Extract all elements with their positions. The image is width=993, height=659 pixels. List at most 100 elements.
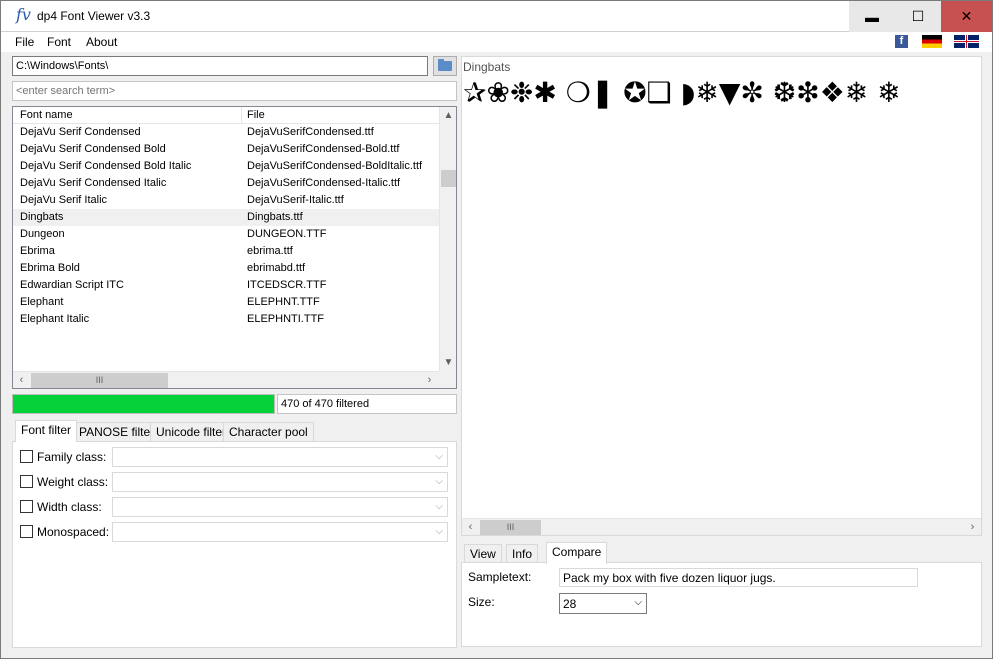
scroll-left-icon[interactable]: ‹ — [13, 372, 30, 388]
family-class-checkbox[interactable] — [20, 450, 33, 463]
folder-icon — [438, 59, 452, 71]
preview-panel: Dingbats ✰❀❉✱ ❍❚ ✪❑ ◗❄▼✼ ❆❇❖❄ ❄ ‹ III › — [461, 56, 982, 536]
preview-tabs: View Info Compare Sampletext: Pack my bo… — [461, 542, 982, 647]
width-class-select[interactable]: ⌵ — [112, 497, 448, 517]
font-name-cell: DejaVu Serif Italic — [20, 194, 108, 206]
scroll-right-icon[interactable]: › — [964, 519, 981, 535]
facebook-icon[interactable]: f — [895, 35, 908, 48]
search-input[interactable] — [12, 81, 457, 101]
table-row[interactable]: Ebrima ebrima.ttf — [13, 243, 440, 260]
progress-fill — [13, 395, 274, 413]
filter-tabs: Font filter PANOSE filter Unicode filter… — [12, 420, 457, 648]
tab-view[interactable]: View — [464, 544, 502, 563]
table-row[interactable]: Elephant ELEPHNT.TTF — [13, 294, 440, 311]
family-class-label: Family class: — [37, 450, 107, 464]
weight-class-checkbox[interactable] — [20, 475, 33, 488]
font-filter-page: Family class: ⌵ Weight class: ⌵ Width cl… — [12, 441, 457, 648]
font-name-cell: Elephant — [20, 296, 64, 308]
width-class-checkbox[interactable] — [20, 500, 33, 513]
font-name-cell: Edwardian Script ITC — [20, 279, 124, 291]
list-vertical-scrollbar[interactable]: ▲ ▼ — [439, 107, 456, 371]
monospaced-select[interactable]: ⌵ — [112, 522, 448, 542]
table-row[interactable]: DejaVu Serif Condensed Bold DejaVuSerifCo… — [13, 141, 440, 158]
tab-unicode-filter[interactable]: Unicode filter — [150, 422, 233, 441]
english-flag-icon[interactable] — [954, 35, 979, 48]
table-row[interactable]: Dingbats Dingbats.ttf — [13, 209, 440, 226]
filter-progress-bar — [12, 394, 275, 414]
monospaced-checkbox[interactable] — [20, 525, 33, 538]
preview-sample-glyphs: ✰❀❉✱ ❍❚ ✪❑ ◗❄▼✼ ❆❇❖❄ ❄ — [463, 76, 901, 109]
file-cell: ELEPHNTI.TTF — [247, 313, 325, 325]
filter-count-field: 470 of 470 filtered — [277, 394, 457, 414]
font-list: Font name File DejaVu Serif Condensed Dej… — [12, 106, 457, 389]
column-divider[interactable] — [241, 107, 242, 124]
table-row[interactable]: DejaVu Serif Italic DejaVuSerif-Italic.tt… — [13, 192, 440, 209]
size-select[interactable]: 28 ⌵ — [559, 593, 647, 614]
tab-panose-filter[interactable]: PANOSE filter — [73, 422, 161, 441]
menu-bar: File Font About f — [1, 32, 992, 52]
vertical-scroll-thumb[interactable] — [441, 170, 456, 187]
file-cell: DejaVuSerif-Italic.ttf — [247, 194, 344, 206]
preview-scroll-thumb[interactable]: III — [480, 520, 541, 535]
maximize-button[interactable]: ☐ — [895, 1, 941, 32]
close-button[interactable]: ✕ — [941, 1, 992, 32]
menu-font[interactable]: Font — [47, 35, 71, 49]
table-row[interactable]: Elephant Italic ELEPHNTI.TTF — [13, 311, 440, 328]
column-header-font-name[interactable]: Font name — [20, 109, 73, 121]
scroll-right-icon[interactable]: › — [421, 372, 438, 388]
menu-about[interactable]: About — [86, 35, 117, 49]
german-flag-icon[interactable] — [922, 35, 942, 48]
file-cell: DUNGEON.TTF — [247, 228, 327, 240]
monospaced-label: Monospaced: — [37, 525, 110, 539]
table-row[interactable]: Edwardian Script ITC ITCEDSCR.TTF — [13, 277, 440, 294]
table-row[interactable]: DejaVu Serif Condensed Bold Italic DejaVu… — [13, 158, 440, 175]
minimize-icon: ▬ — [865, 8, 879, 25]
width-class-label: Width class: — [37, 500, 102, 514]
horizontal-scroll-thumb[interactable]: III — [31, 373, 168, 388]
size-value: 28 — [563, 597, 577, 611]
preview-horizontal-scrollbar[interactable]: ‹ III › — [462, 518, 981, 535]
table-row[interactable]: DejaVu Serif Condensed Italic DejaVuSerif… — [13, 175, 440, 192]
file-cell: ebrimabd.ttf — [247, 262, 306, 274]
minimize-button[interactable]: ▬ — [849, 1, 895, 32]
file-cell: DejaVuSerifCondensed-BoldItalic.ttf — [247, 160, 423, 172]
scroll-up-icon[interactable]: ▲ — [440, 107, 456, 124]
close-icon: ✕ — [960, 8, 973, 24]
file-cell: DejaVuSerifCondensed-Bold.ttf — [247, 143, 400, 155]
font-name-cell: DejaVu Serif Condensed Bold — [20, 143, 166, 155]
chevron-down-icon: ⌵ — [435, 501, 443, 512]
maximize-icon: ☐ — [911, 8, 925, 24]
path-input[interactable] — [12, 56, 428, 76]
table-row[interactable]: Dungeon DUNGEON.TTF — [13, 226, 440, 243]
window-title: dp4 Font Viewer v3.3 — [37, 9, 151, 23]
font-name-cell: DejaVu Serif Condensed — [20, 126, 141, 138]
column-header-file[interactable]: File — [247, 109, 265, 121]
table-row[interactable]: DejaVu Serif Condensed DejaVuSerifCondens… — [13, 124, 440, 141]
scroll-left-icon[interactable]: ‹ — [462, 519, 479, 535]
font-name-cell: Dingbats — [20, 211, 64, 223]
app-window: fv dp4 Font Viewer v3.3 ▬ ☐ ✕ File Font … — [0, 0, 993, 659]
font-name-cell: DejaVu Serif Condensed Italic — [20, 177, 167, 189]
weight-class-label: Weight class: — [37, 475, 109, 489]
scroll-down-icon[interactable]: ▼ — [440, 354, 456, 371]
list-horizontal-scrollbar[interactable]: ‹ III › — [13, 371, 440, 388]
tab-font-filter[interactable]: Font filter — [15, 420, 78, 442]
browse-folder-button[interactable] — [433, 56, 457, 76]
file-cell: ITCEDSCR.TTF — [247, 279, 327, 291]
chevron-down-icon: ⌵ — [435, 451, 443, 462]
scroll-corner — [439, 371, 456, 388]
font-name-cell: Elephant Italic — [20, 313, 90, 325]
family-class-select[interactable]: ⌵ — [112, 447, 448, 467]
sampletext-input[interactable]: Pack my box with five dozen liquor jugs. — [559, 568, 918, 587]
size-label: Size: — [468, 595, 495, 609]
menu-file[interactable]: File — [15, 35, 34, 49]
chevron-down-icon: ⌵ — [435, 476, 443, 487]
tab-compare[interactable]: Compare — [546, 542, 608, 564]
list-rows: DejaVu Serif Condensed DejaVuSerifCondens… — [13, 124, 440, 370]
tab-info[interactable]: Info — [506, 544, 539, 563]
table-row[interactable]: Ebrima Bold ebrimabd.ttf — [13, 260, 440, 277]
tab-character-pool[interactable]: Character pool — [223, 422, 314, 441]
chevron-down-icon: ⌵ — [634, 597, 642, 608]
weight-class-select[interactable]: ⌵ — [112, 472, 448, 492]
title-bar[interactable]: fv dp4 Font Viewer v3.3 ▬ ☐ ✕ — [1, 1, 992, 32]
